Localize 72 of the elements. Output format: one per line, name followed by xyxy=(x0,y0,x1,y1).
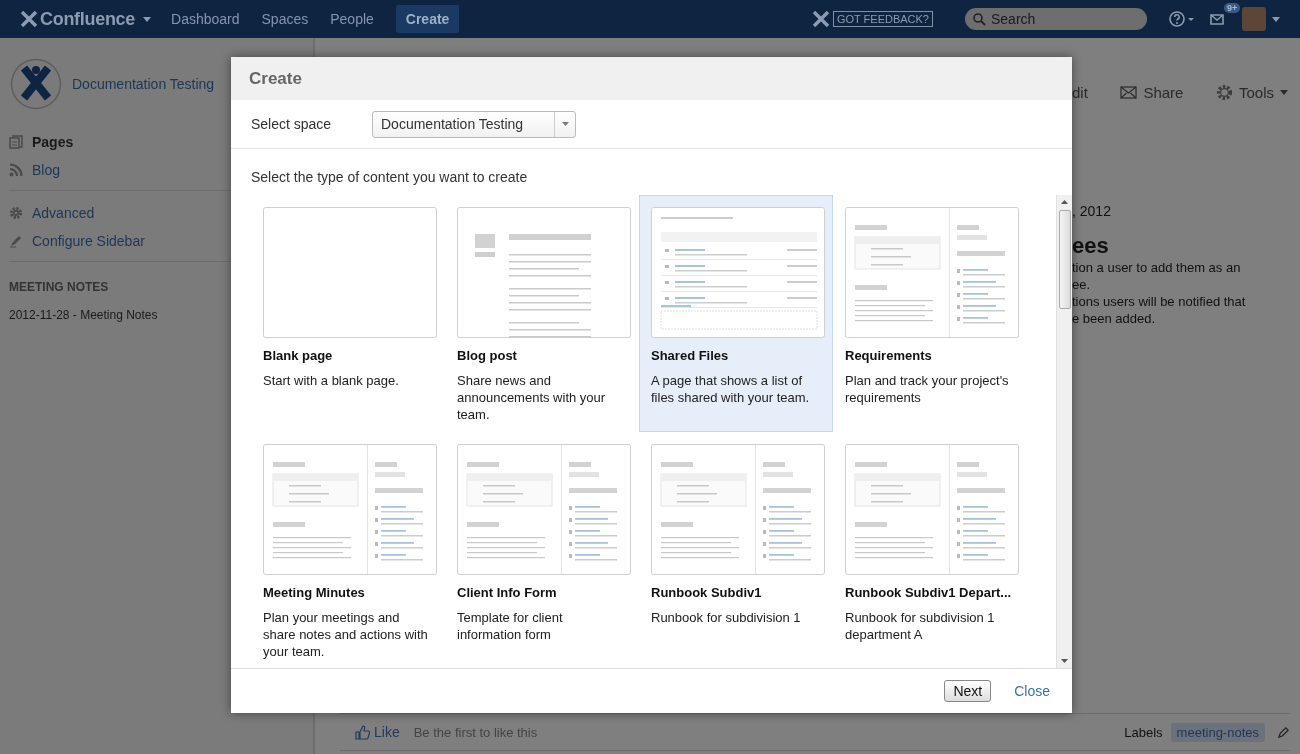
caret-icon xyxy=(1280,89,1288,95)
caret-icon xyxy=(143,16,151,22)
page-heading: ees xyxy=(1072,233,1110,259)
scrollbar[interactable] xyxy=(1056,195,1072,668)
pencil-icon xyxy=(9,234,23,248)
like-button[interactable]: Like xyxy=(355,724,400,740)
section-heading: MEETING NOTES xyxy=(8,279,110,296)
caret-icon[interactable] xyxy=(1272,16,1280,22)
page-text: tion a user to add them as an xyxy=(1072,259,1242,276)
template-card[interactable]: Runbook Subdiv1 Runbook for subdivision 1 xyxy=(639,432,833,668)
template-title: Requirements xyxy=(845,348,933,363)
page-text: tions users will be notified that xyxy=(1072,293,1247,310)
template-description: Start with a blank page. xyxy=(263,372,400,389)
template-description: Runbook for subdivision 1 xyxy=(651,609,802,626)
toolbar-button[interactable]: dit xyxy=(1072,83,1088,101)
prompt-text: Select the type of content you want to create xyxy=(250,168,529,187)
gear-icon xyxy=(9,206,23,220)
template-title: Runbook Subdiv1 xyxy=(651,585,763,600)
nav-link[interactable]: People xyxy=(330,11,374,27)
page-date: , 2012 xyxy=(1072,203,1112,219)
confluence-logo[interactable]: Confluence xyxy=(20,8,151,30)
template-description: Plan your meetings and share notes and actions with your team. xyxy=(263,609,429,660)
template-title: Client Info Form xyxy=(457,585,558,600)
template-title: Blank page xyxy=(263,348,334,363)
search-field[interactable]: Search xyxy=(965,8,1147,30)
rss-icon xyxy=(9,163,23,177)
search-icon xyxy=(973,13,986,26)
logo-icon xyxy=(20,11,38,27)
pages-icon xyxy=(9,135,23,149)
like-note: Be the first to like this xyxy=(413,724,538,740)
mail-icon xyxy=(1120,85,1138,99)
template-card[interactable]: Requirements Plan and track your project's requirements xyxy=(833,195,1027,432)
caret-icon xyxy=(561,122,569,126)
toolbar-button[interactable]: Tools xyxy=(1215,83,1288,101)
close-link[interactable]: Close xyxy=(1014,683,1050,699)
space-name-link[interactable]: Documentation Testing xyxy=(72,76,215,92)
template-card[interactable]: Blog post Share news and announcements with your team. xyxy=(445,195,639,432)
template-description: Share news and announcements with your team. xyxy=(457,372,607,423)
template-description: A page that shows a list of files shared with your team. xyxy=(651,372,811,406)
template-card[interactable]: Shared Files A page that shows a list of files shared with your team. xyxy=(639,195,833,432)
scroll-down-icon[interactable] xyxy=(1061,659,1068,663)
create-button[interactable]: Create xyxy=(395,5,460,33)
feedback-link[interactable]: GOT FEEDBACK? xyxy=(832,11,933,27)
template-title: Shared Files xyxy=(651,348,730,363)
nav-link[interactable]: Dashboard xyxy=(171,11,240,27)
template-card[interactable]: Runbook Subdiv1 Depart... Runbook for subdivision 1 department A xyxy=(833,432,1027,668)
template-description: Runbook for subdivision 1 department A xyxy=(845,609,996,643)
template-title: Blog post xyxy=(457,348,518,363)
scroll-up-icon[interactable] xyxy=(1061,200,1068,204)
template-description: Template for client information form xyxy=(457,609,564,643)
logo-icon xyxy=(811,11,830,27)
template-title: Meeting Minutes xyxy=(263,585,366,600)
template-title: Runbook Subdiv1 Depart... xyxy=(845,585,1013,600)
toolbar-button[interactable]: Share xyxy=(1120,83,1184,101)
space-logo-icon[interactable] xyxy=(10,58,62,110)
notification-badge: 9+ xyxy=(1224,3,1241,13)
next-button[interactable]: Next xyxy=(944,680,992,702)
template-card[interactable]: Client Info Form Template for client information form xyxy=(445,432,639,668)
select-space-label: Select space xyxy=(251,116,333,132)
space-dropdown[interactable]: Documentation Testing xyxy=(372,110,576,138)
dialog-title: Create xyxy=(249,68,302,89)
page-text: e been added. xyxy=(1072,310,1157,327)
help-icon[interactable] xyxy=(1169,11,1195,27)
nav-link[interactable]: Spaces xyxy=(261,11,309,27)
labels-title: Labels xyxy=(1124,724,1163,740)
scrollbar-thumb[interactable] xyxy=(1058,210,1071,309)
thumbs-up-icon xyxy=(355,724,370,740)
page-text: ee. xyxy=(1072,276,1092,293)
template-card[interactable]: Meeting Minutes Plan your meetings and share notes and actions with your team. xyxy=(251,432,445,668)
pencil-icon[interactable] xyxy=(1277,725,1290,739)
gear-icon xyxy=(1215,83,1233,101)
template-description: Plan and track your project's requirements xyxy=(845,372,1010,406)
